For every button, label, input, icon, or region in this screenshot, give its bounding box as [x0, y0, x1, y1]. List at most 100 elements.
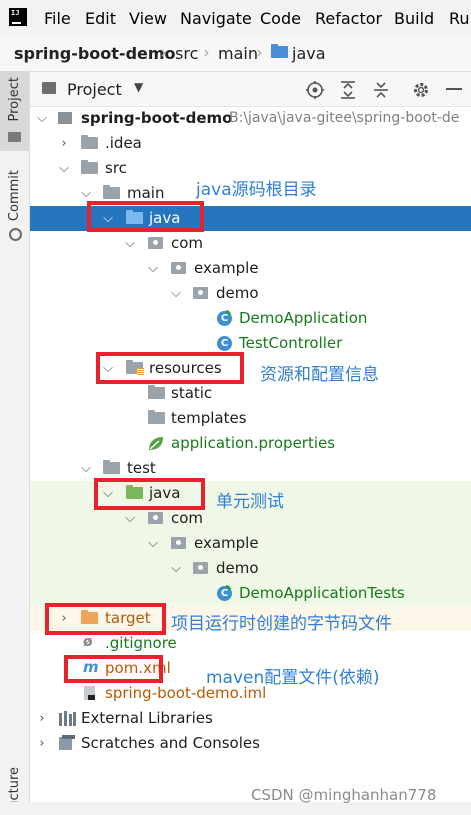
chevron-down-icon[interactable]: ⌵	[57, 158, 71, 179]
package-icon	[171, 262, 186, 274]
tree-row-idea[interactable]: › .idea	[30, 131, 471, 156]
highlight-box-java	[87, 201, 204, 232]
tree-row-demo[interactable]: ⌵ demo	[30, 281, 471, 306]
annotation-resources: 资源和配置信息	[260, 365, 379, 385]
tree-label: External Libraries	[81, 709, 213, 727]
breadcrumb: spring-boot-demo › src › main › java	[0, 36, 471, 72]
menu-run[interactable]: Ru	[449, 9, 470, 28]
tree-row-example[interactable]: ⌵ example	[30, 531, 471, 556]
minimize-icon[interactable]	[446, 87, 462, 91]
breadcrumb-main[interactable]: main	[218, 44, 258, 63]
highlight-box-test-java	[94, 478, 205, 510]
chevron-down-icon[interactable]: ⌵	[169, 558, 183, 579]
tool-tab-commit[interactable]: Commit	[7, 170, 22, 221]
menu-refactor[interactable]: Refactor	[315, 9, 382, 28]
iml-badge-icon	[88, 695, 95, 700]
view-selector-label[interactable]: Project	[67, 80, 122, 99]
tree-label: static	[171, 384, 213, 402]
gear-icon[interactable]	[412, 81, 430, 99]
tool-tab-project[interactable]: Project	[7, 77, 22, 121]
project-name: spring-boot-demo	[81, 109, 233, 127]
menu-build[interactable]: Build	[394, 9, 434, 28]
chevron-down-icon[interactable]: ⌵	[79, 458, 93, 479]
highlight-box-resources	[96, 352, 244, 384]
tree-label: TestController	[239, 334, 343, 352]
intellij-logo-icon[interactable]: IJ	[9, 8, 27, 26]
commit-icon	[9, 228, 22, 241]
module-folder-icon	[58, 112, 72, 124]
tree-row-com[interactable]: ⌵ com	[30, 231, 471, 256]
tree-row-external-libraries[interactable]: › External Libraries	[30, 706, 471, 731]
project-toolbar: Project ▼	[30, 72, 471, 107]
tree-row-example[interactable]: ⌵ example	[30, 256, 471, 281]
package-icon	[193, 287, 208, 299]
menu-edit[interactable]: Edit	[85, 9, 116, 28]
folder-icon	[8, 132, 21, 142]
watermark: CSDN @minghanhan778	[251, 786, 437, 804]
left-tool-strip: Project Commit ructure	[0, 71, 30, 815]
menu-view[interactable]: View	[129, 9, 167, 28]
chevron-down-icon[interactable]: ⌵	[146, 258, 160, 279]
breadcrumb-separator: ›	[256, 43, 263, 63]
expand-all-icon[interactable]	[339, 81, 357, 99]
tree-label: com	[171, 509, 204, 527]
libraries-icon	[59, 711, 76, 726]
chevron-right-icon[interactable]: ›	[35, 733, 49, 754]
tree-label: demo	[216, 559, 259, 577]
breadcrumb-project[interactable]: spring-boot-demo	[14, 44, 176, 63]
folder-icon	[271, 44, 288, 58]
tree-label: DemoApplication	[239, 309, 368, 327]
tree-row-root[interactable]: ⌵ spring-boot-demo B:\java\java-gitee\sp…	[30, 106, 471, 131]
menu-file[interactable]: File	[44, 9, 71, 28]
chevron-down-icon[interactable]: ⌵	[146, 533, 160, 554]
folder-icon	[81, 160, 98, 174]
chevron-down-icon[interactable]: ▼	[134, 80, 143, 94]
package-icon	[171, 537, 186, 549]
tree-label: com	[171, 234, 204, 252]
tree-row-demo-application[interactable]: C DemoApplication	[30, 306, 471, 331]
folder-icon	[148, 410, 165, 424]
collapse-all-icon[interactable]	[372, 81, 390, 99]
package-icon	[148, 237, 163, 249]
tree-label: DemoApplicationTests	[239, 584, 405, 602]
folder-icon	[148, 385, 165, 399]
tree-row-demo[interactable]: ⌵ demo	[30, 556, 471, 581]
highlight-box-pom	[64, 655, 163, 683]
tree-row-application-properties[interactable]: application.properties	[30, 431, 471, 456]
menu-bar: IJ File Edit View Navigate Code Refactor…	[0, 0, 471, 36]
tree-label: test	[127, 459, 156, 477]
breadcrumb-src[interactable]: src	[175, 44, 198, 63]
tree-label: demo	[216, 284, 259, 302]
tree-row-scratches[interactable]: › Scratches and Consoles	[30, 731, 471, 756]
chevron-right-icon[interactable]: ›	[35, 708, 49, 729]
chevron-down-icon[interactable]: ⌵	[35, 108, 49, 129]
folder-icon	[42, 82, 56, 94]
folder-icon	[103, 460, 120, 474]
locate-icon[interactable]	[306, 81, 324, 99]
tree-label: example	[194, 259, 259, 277]
chevron-down-icon[interactable]: ⌵	[123, 508, 137, 529]
menu-navigate[interactable]: Navigate	[180, 9, 252, 28]
chevron-right-icon[interactable]: ›	[57, 133, 71, 154]
tree-label: application.properties	[171, 434, 336, 452]
highlight-box-target	[45, 603, 166, 635]
annotation-pom: maven配置文件(依赖)	[206, 668, 380, 688]
spring-leaf-icon	[149, 437, 163, 450]
menu-code[interactable]: Code	[260, 9, 301, 28]
tree-label: templates	[171, 409, 247, 427]
tree-label: .idea	[105, 134, 142, 152]
tree-label: example	[194, 534, 259, 552]
tree-row-templates[interactable]: templates	[30, 406, 471, 431]
annotation-target: 项目运行时创建的字节码文件	[171, 614, 392, 634]
folder-icon	[103, 185, 120, 199]
scratches-icon	[59, 735, 75, 750]
chevron-down-icon[interactable]: ⌵	[169, 283, 183, 304]
project-path: B:\java\java-gitee\spring-boot-de	[229, 110, 460, 126]
breadcrumb-java[interactable]: java	[292, 44, 326, 63]
chevron-down-icon[interactable]: ⌵	[123, 233, 137, 254]
ignore-file-icon: ø	[83, 634, 93, 650]
tree-row-static[interactable]: static	[30, 381, 471, 406]
folder-icon	[81, 135, 98, 149]
tree-label: Scratches and Consoles	[81, 734, 260, 752]
annotation-java-root: java源码根目录	[196, 180, 317, 200]
